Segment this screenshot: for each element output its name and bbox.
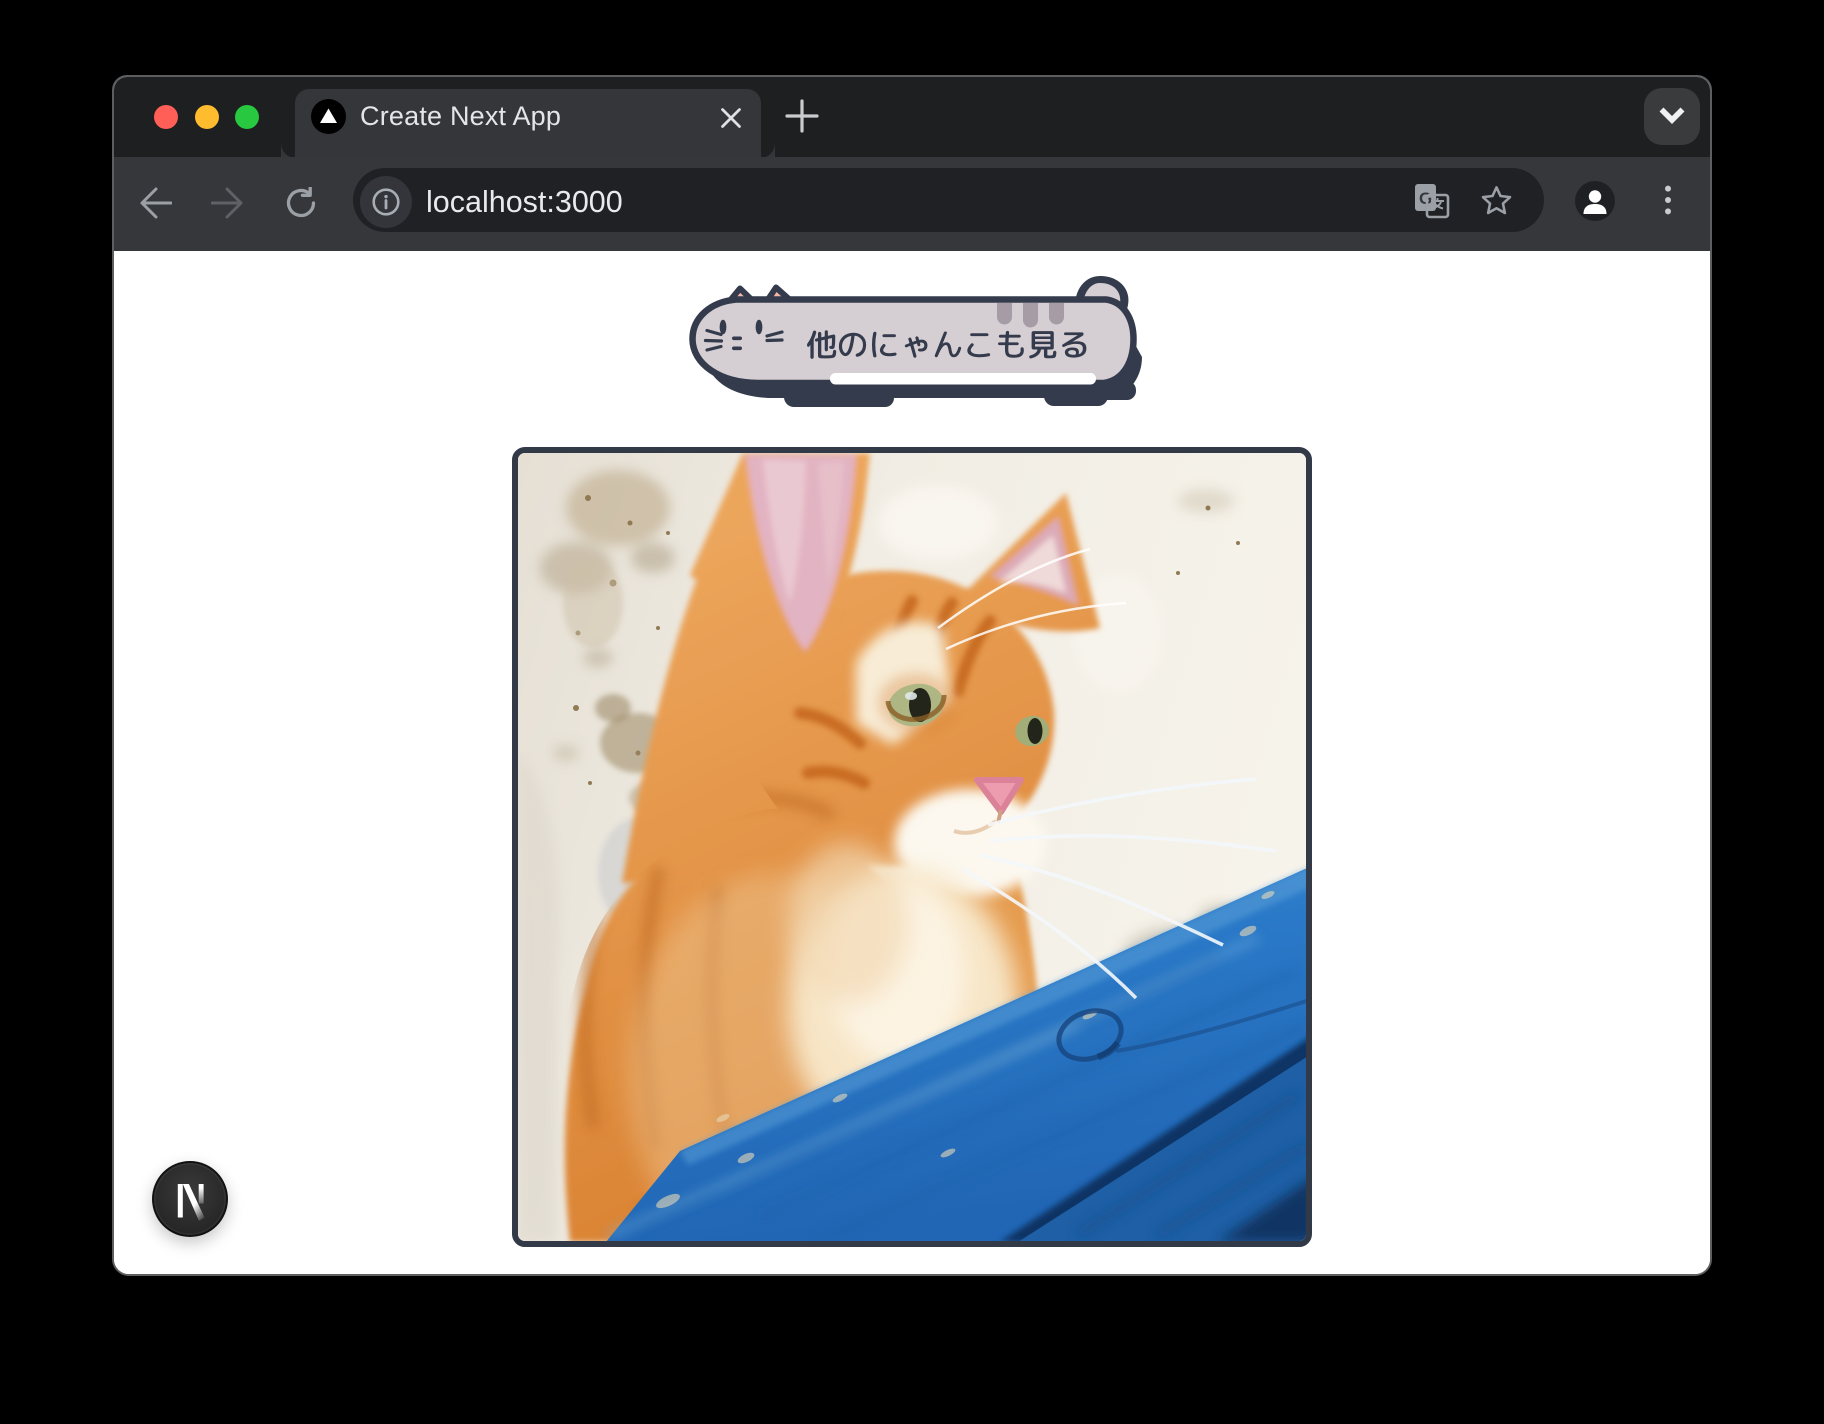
svg-text:G: G — [1419, 189, 1432, 208]
